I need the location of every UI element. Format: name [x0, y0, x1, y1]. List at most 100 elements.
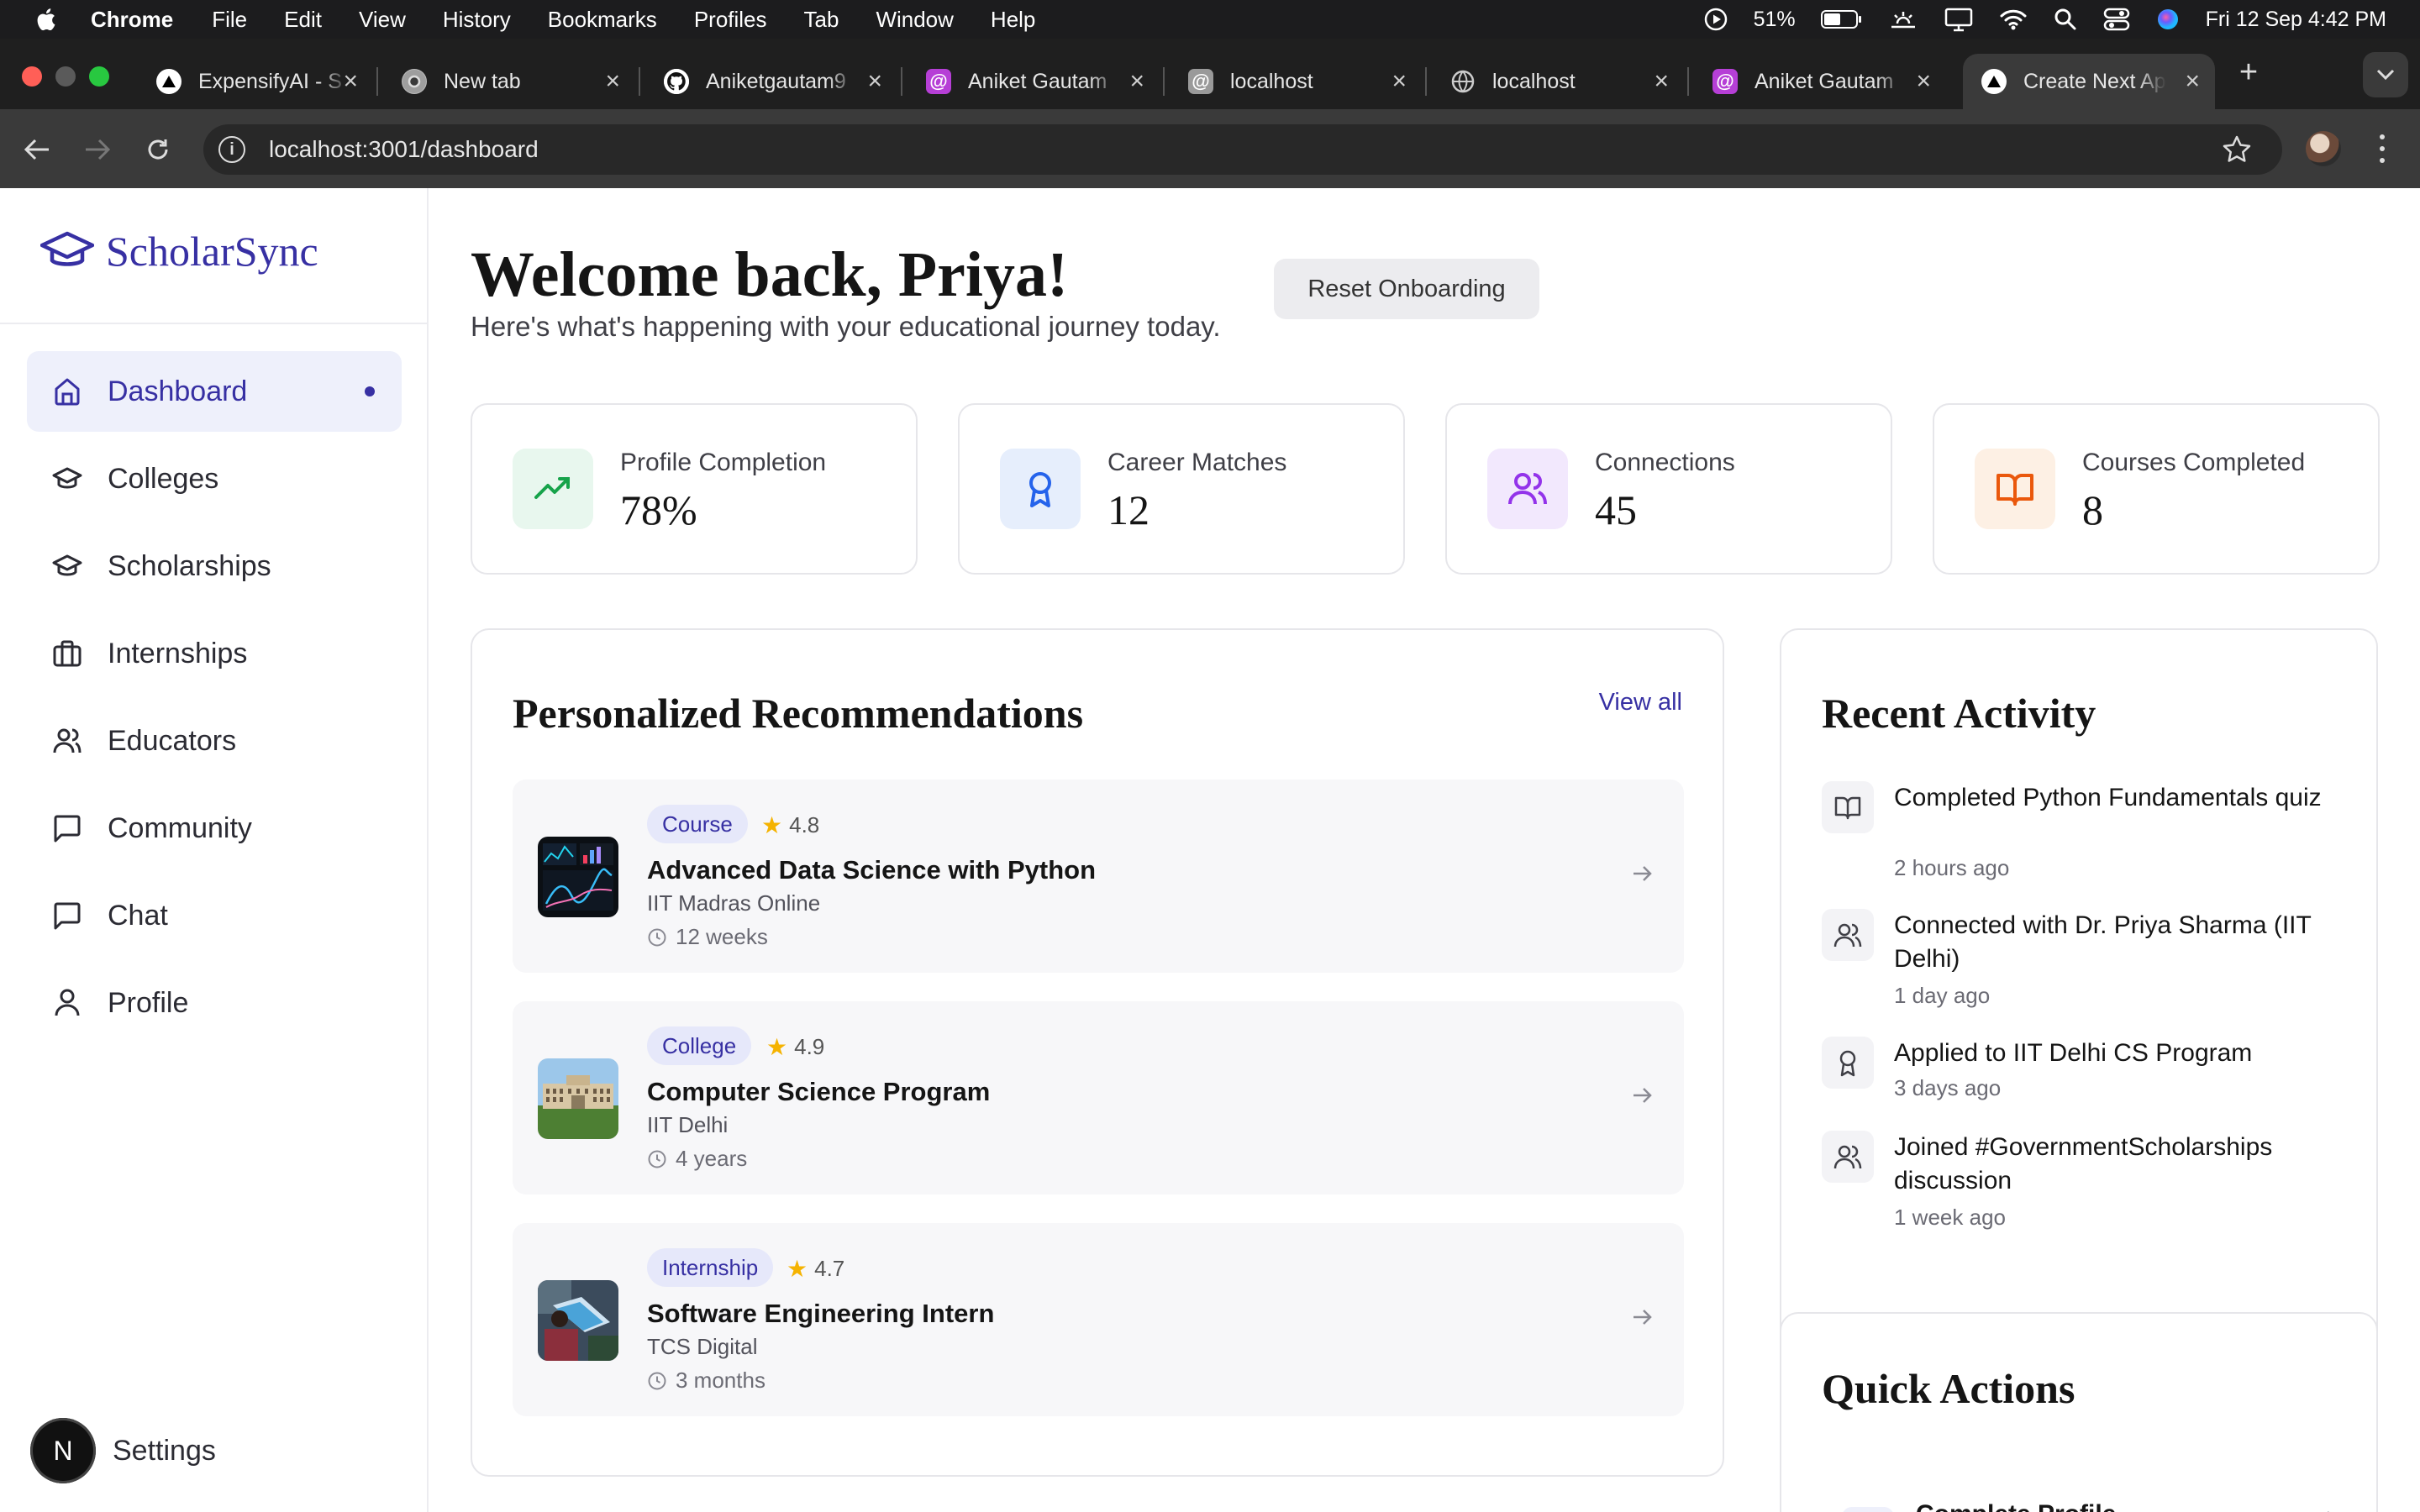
- tab-title: New tab: [444, 69, 521, 93]
- tab-close-icon[interactable]: ×: [343, 67, 358, 96]
- briefcase-icon: [53, 640, 82, 667]
- tab-close-icon[interactable]: ×: [1392, 67, 1407, 96]
- sidebar-item-community[interactable]: Community: [27, 788, 402, 869]
- recommendation-item[interactable]: Internship ★ 4.7 Software Engineering Int…: [513, 1223, 1684, 1416]
- sidebar-item-scholarships[interactable]: Scholarships: [27, 526, 402, 606]
- menu-profiles[interactable]: Profiles: [694, 7, 767, 33]
- spotlight-search-icon[interactable]: [2053, 7, 2078, 32]
- arrow-right-icon[interactable]: [1630, 862, 1654, 885]
- back-arrow-icon[interactable]: [20, 133, 54, 166]
- site-info-icon[interactable]: i: [218, 136, 245, 163]
- tab-search-chevron-icon[interactable]: [2363, 52, 2408, 97]
- at-sign-icon: @: [1712, 69, 1738, 94]
- sidebar-item-internships[interactable]: Internships: [27, 613, 402, 694]
- sidebar-item-settings[interactable]: N Settings: [30, 1418, 216, 1483]
- reset-onboarding-button[interactable]: Reset Onboarding: [1274, 259, 1539, 319]
- award-icon: [1000, 449, 1081, 529]
- browser-tab-6[interactable]: @ Aniket Gautam ×: [1694, 54, 1946, 109]
- tab-divider: [901, 67, 902, 96]
- browser-tab-active[interactable]: Create Next App ×: [1963, 54, 2215, 109]
- chrome-menu-kebab-icon[interactable]: [2376, 131, 2388, 166]
- new-tab-plus-icon[interactable]: +: [2232, 55, 2265, 89]
- at-sign-icon: @: [1188, 69, 1213, 94]
- sidebar-item-label: Internships: [108, 637, 248, 669]
- recommendation-provider: IIT Madras Online: [647, 890, 821, 916]
- apple-icon[interactable]: [34, 7, 57, 32]
- menu-view[interactable]: View: [359, 7, 406, 33]
- window-close-button[interactable]: [22, 66, 42, 87]
- stat-label: Career Matches: [1107, 449, 1287, 476]
- arrow-right-icon[interactable]: [1630, 1305, 1654, 1329]
- browser-tab-5[interactable]: localhost ×: [1432, 54, 1684, 109]
- recommendation-title[interactable]: Computer Science Program: [647, 1077, 990, 1107]
- sidebar-item-chat[interactable]: Chat: [27, 875, 402, 956]
- recent-activity-title: Recent Activity: [1822, 690, 2096, 737]
- arrow-right-icon[interactable]: [1630, 1084, 1654, 1107]
- menu-bar-clock[interactable]: Fri 12 Sep 4:42 PM: [2206, 8, 2386, 32]
- type-badge: Internship: [647, 1248, 774, 1287]
- menu-bookmarks[interactable]: Bookmarks: [548, 7, 657, 33]
- sidebar-item-dashboard[interactable]: Dashboard: [27, 351, 402, 432]
- nextjs-dev-badge[interactable]: N: [30, 1418, 96, 1483]
- control-center-icon[interactable]: [2103, 7, 2130, 32]
- brightness-icon[interactable]: [1888, 7, 1918, 32]
- recommendation-item[interactable]: College ★ 4.9 Computer Science Program II…: [513, 1001, 1684, 1194]
- tab-close-icon[interactable]: ×: [867, 67, 882, 96]
- tab-title: ExpensifyAI - S: [198, 69, 342, 93]
- menu-edit[interactable]: Edit: [284, 7, 322, 33]
- arrow-right-icon[interactable]: [2314, 1507, 2338, 1512]
- browser-tab-2[interactable]: Aniketgautam9 ×: [645, 54, 897, 109]
- window-minimize-button[interactable]: [55, 66, 76, 87]
- display-icon[interactable]: [1944, 7, 1974, 32]
- view-all-link[interactable]: View all: [1599, 689, 1682, 717]
- quick-action-complete-profile[interactable]: Complete Profile: [1842, 1500, 2338, 1512]
- tab-title: Aniket Gautam: [1754, 69, 1894, 93]
- stat-card-profile-completion: Profile Completion 78%: [471, 403, 918, 575]
- wifi-icon[interactable]: [1999, 8, 2028, 31]
- browser-tab-1[interactable]: New tab ×: [383, 54, 635, 109]
- sidebar-item-label: Colleges: [108, 462, 219, 495]
- course-thumbnail: [538, 837, 618, 917]
- stat-card-career-matches: Career Matches 12: [958, 403, 1405, 575]
- address-bar[interactable]: i localhost:3001/dashboard: [203, 124, 2282, 175]
- menu-app-name[interactable]: Chrome: [91, 7, 173, 33]
- recommendation-title[interactable]: Advanced Data Science with Python: [647, 855, 1096, 885]
- siri-icon[interactable]: [2155, 7, 2181, 32]
- tab-title: Create Next App: [2023, 69, 2166, 93]
- sidebar-item-educators[interactable]: Educators: [27, 701, 402, 781]
- play-circle-icon[interactable]: [1703, 7, 1728, 32]
- clock-icon: [648, 928, 666, 946]
- browser-tab-4[interactable]: @ localhost ×: [1170, 54, 1422, 109]
- rating-value: 4.7: [814, 1256, 845, 1281]
- star-icon: ★: [761, 812, 783, 838]
- menu-history[interactable]: History: [443, 7, 511, 33]
- recommendations-title: Personalized Recommendations: [513, 690, 1084, 737]
- tab-close-icon[interactable]: ×: [1129, 67, 1144, 96]
- tab-close-icon[interactable]: ×: [2185, 67, 2200, 96]
- address-url[interactable]: localhost:3001/dashboard: [269, 136, 539, 163]
- window-zoom-button[interactable]: [89, 66, 109, 87]
- forward-arrow-icon[interactable]: [81, 133, 114, 166]
- sidebar-item-colleges[interactable]: Colleges: [27, 438, 402, 519]
- recommendation-item[interactable]: Course ★ 4.8 Advanced Data Science with P…: [513, 780, 1684, 973]
- chrome-profile-avatar[interactable]: [2306, 131, 2341, 166]
- vercel-triangle-icon: [1981, 69, 2007, 94]
- recommendation-title[interactable]: Software Engineering Intern: [647, 1299, 994, 1329]
- tab-close-icon[interactable]: ×: [605, 67, 620, 96]
- menu-window[interactable]: Window: [876, 7, 953, 33]
- sidebar-item-profile[interactable]: Profile: [27, 963, 402, 1043]
- tab-close-icon[interactable]: ×: [1916, 67, 1931, 96]
- award-icon: [1822, 1037, 1874, 1089]
- bookmark-star-icon[interactable]: [2222, 134, 2252, 163]
- reload-icon[interactable]: [141, 133, 175, 166]
- menu-help[interactable]: Help: [991, 7, 1035, 33]
- tab-divider: [1687, 67, 1689, 96]
- menu-file[interactable]: File: [212, 7, 247, 33]
- tab-title: localhost: [1492, 69, 1576, 93]
- tab-close-icon[interactable]: ×: [1654, 67, 1669, 96]
- menu-tab[interactable]: Tab: [804, 7, 839, 33]
- browser-tab-0[interactable]: ExpensifyAI - S ×: [138, 54, 373, 109]
- browser-tab-3[interactable]: @ Aniket Gautam ×: [908, 54, 1160, 109]
- battery-icon[interactable]: [1820, 8, 1863, 30]
- brand-logo[interactable]: ScholarSync: [40, 227, 318, 276]
